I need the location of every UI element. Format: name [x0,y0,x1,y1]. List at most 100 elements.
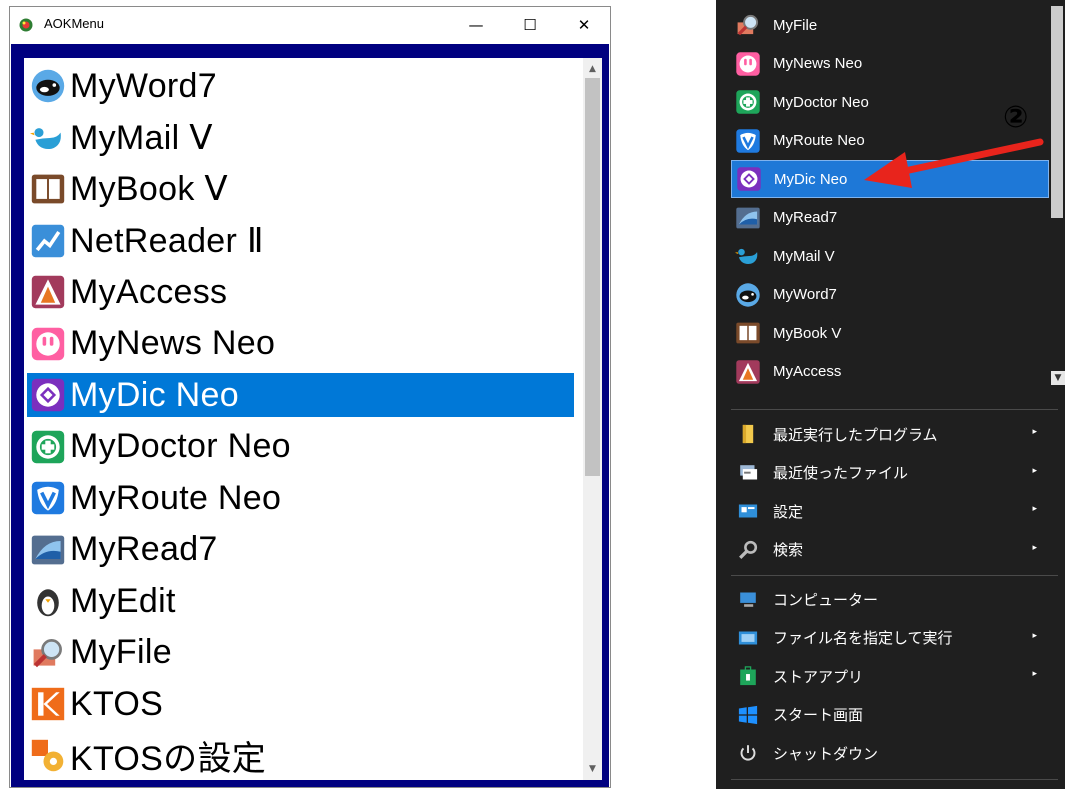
submenu-arrow-icon: ▸ [1032,630,1037,641]
ktos-icon [29,685,67,723]
list-item[interactable]: MyRead7 [27,528,574,572]
start-menu-item[interactable]: MyMail V [731,237,1049,275]
start-menu-item-label: ストアアプリ [773,668,864,686]
run-icon [733,623,763,653]
list-item-label: MyAccess [70,272,228,311]
step-marker: ② [1003,100,1029,135]
bird-icon [29,119,67,157]
start-menu-item-label: MyRoute Neo [773,132,865,149]
start-menu-item-label: シャットダウン [773,745,879,763]
start-menu-item-label: 最近使ったファイル [773,465,909,482]
list-item-label: MyFile [70,633,172,671]
scrollbar-thumb[interactable] [585,78,600,476]
list-item-label: MyBook Ⅴ [70,170,228,208]
start-menu-item[interactable]: ストアアプリ ▸ [731,657,1049,695]
close-button[interactable]: ✕ [558,7,610,43]
start-menu-item[interactable]: 最近実行したプログラム ▸ [731,415,1049,453]
start-menu-item[interactable]: 最近使ったファイル ▸ [731,454,1049,492]
submenu-arrow-icon: ▸ [1032,669,1037,679]
list-item[interactable]: MyFile [27,631,574,675]
rabbit-icon [29,325,67,363]
route-shield-icon [29,479,67,517]
start-menu-item[interactable]: MyRead7 [731,199,1049,237]
list-item[interactable]: MyBook Ⅴ [27,167,574,211]
chart-icon [29,222,67,260]
start-menu-item[interactable]: 設定 ▸ [731,492,1049,530]
start-menu-item[interactable]: MyRoute Neo [731,122,1049,160]
start-menu-scrollbar[interactable] [1050,6,1065,372]
list-item[interactable]: KTOSの設定 [27,734,574,778]
bird-icon [733,241,763,271]
search-icon [733,535,763,565]
list-item[interactable]: MyAccess [27,270,574,314]
book-icon [733,318,763,348]
list-item-label: MyEdit [70,581,176,620]
folder-icon [733,419,763,449]
list-item-label: NetReader Ⅱ [70,221,264,260]
recent-files-icon [733,458,763,488]
list-item[interactable]: NetReader Ⅱ [27,219,574,263]
program-listbox[interactable]: ▲ ▼ MyWord7 MyMail Ⅴ MyBook Ⅴ NetReader Ⅱ My… [24,58,602,780]
window-title: AOKMenu [44,16,104,31]
start-menu-item-label: MyWord7 [773,286,837,303]
start-menu-item[interactable]: コンピューター [731,580,1049,618]
separator [731,779,1058,780]
start-menu-item-label: 検索 [773,542,804,559]
start-menu-item[interactable]: MyDoctor Neo [731,83,1049,121]
start-menu-item[interactable]: MyDic Neo [731,160,1049,198]
start-menu-scroll-down-icon[interactable]: ▼ [1051,371,1065,385]
start-menu-item-label: MyBook V [773,324,842,342]
scanner-icon [733,203,763,233]
scroll-up-arrow-icon[interactable]: ▲ [583,60,602,78]
list-item-label: MyDic Neo [70,375,239,414]
list-item-label: MyWord7 [70,66,217,105]
start-menu-item[interactable]: MyWord7 [731,276,1049,314]
submenu-arrow-icon: ▸ [1032,542,1037,553]
book-icon [29,170,67,208]
start-menu-item-label: MyRead7 [773,209,838,226]
minimize-button[interactable]: — [450,7,502,43]
start-menu-item[interactable]: スタート画面 [731,696,1049,734]
list-item[interactable]: MyDoctor Neo [27,425,574,469]
list-item[interactable]: MyDic Neo [27,373,574,417]
start-menu-item[interactable]: ファイル名を指定して実行 ▸ [731,619,1049,657]
list-item-label: MyNews Neo [70,324,276,362]
start-menu-item[interactable]: MyBook V [731,314,1049,352]
list-item-label: MyDoctor Neo [70,427,291,465]
start-menu-item[interactable]: 検索 ▸ [731,531,1049,569]
start-menu-item-label: MyMail V [773,247,835,265]
title-bar[interactable]: AOKMenu — ☐ ✕ [10,7,610,43]
aokmenu-window: AOKMenu — ☐ ✕ ▲ ▼ MyWord7 MyMail Ⅴ MyBook … [9,6,611,788]
separator [731,409,1058,410]
list-item[interactable]: KTOS [27,682,574,726]
scroll-down-arrow-icon[interactable]: ▼ [583,760,602,778]
submenu-arrow-icon: ▸ [1032,465,1037,476]
listbox-scrollbar[interactable]: ▲ ▼ [583,58,602,780]
submenu-arrow-icon: ▸ [1032,504,1037,514]
start-menu-item[interactable]: MyAccess [731,353,1049,391]
start-menu-item-label: MyAccess [773,363,842,380]
separator [731,575,1058,576]
list-item[interactable]: MyWord7 [27,64,574,108]
start-menu-scroll-thumb[interactable] [1051,6,1063,218]
list-item[interactable]: MyMail Ⅴ [27,116,574,160]
scanner-icon [29,531,67,569]
access-icon [733,357,763,387]
start-menu-item-label: MyFile [773,16,818,34]
windows-logo-icon [733,700,763,730]
start-menu-item-label: MyDoctor Neo [773,93,869,111]
dictionary-icon [734,164,764,194]
maximize-button[interactable]: ☐ [504,7,556,43]
start-menu-item[interactable]: MyFile [731,6,1049,44]
medical-cross-icon [29,428,67,466]
start-menu-item[interactable]: MyNews Neo [731,45,1049,83]
list-item[interactable]: MyNews Neo [27,322,574,366]
list-item[interactable]: MyRoute Neo [27,476,574,520]
start-menu-item-label: スタート画面 [773,707,864,724]
magnifier-folder-icon [733,10,763,40]
list-item[interactable]: MyEdit [27,579,574,623]
start-menu-item-label: MyNews Neo [773,55,863,72]
penguin-icon [29,582,67,620]
start-menu-item[interactable]: シャットダウン [731,734,1049,772]
magnifier-folder-icon [29,634,67,672]
